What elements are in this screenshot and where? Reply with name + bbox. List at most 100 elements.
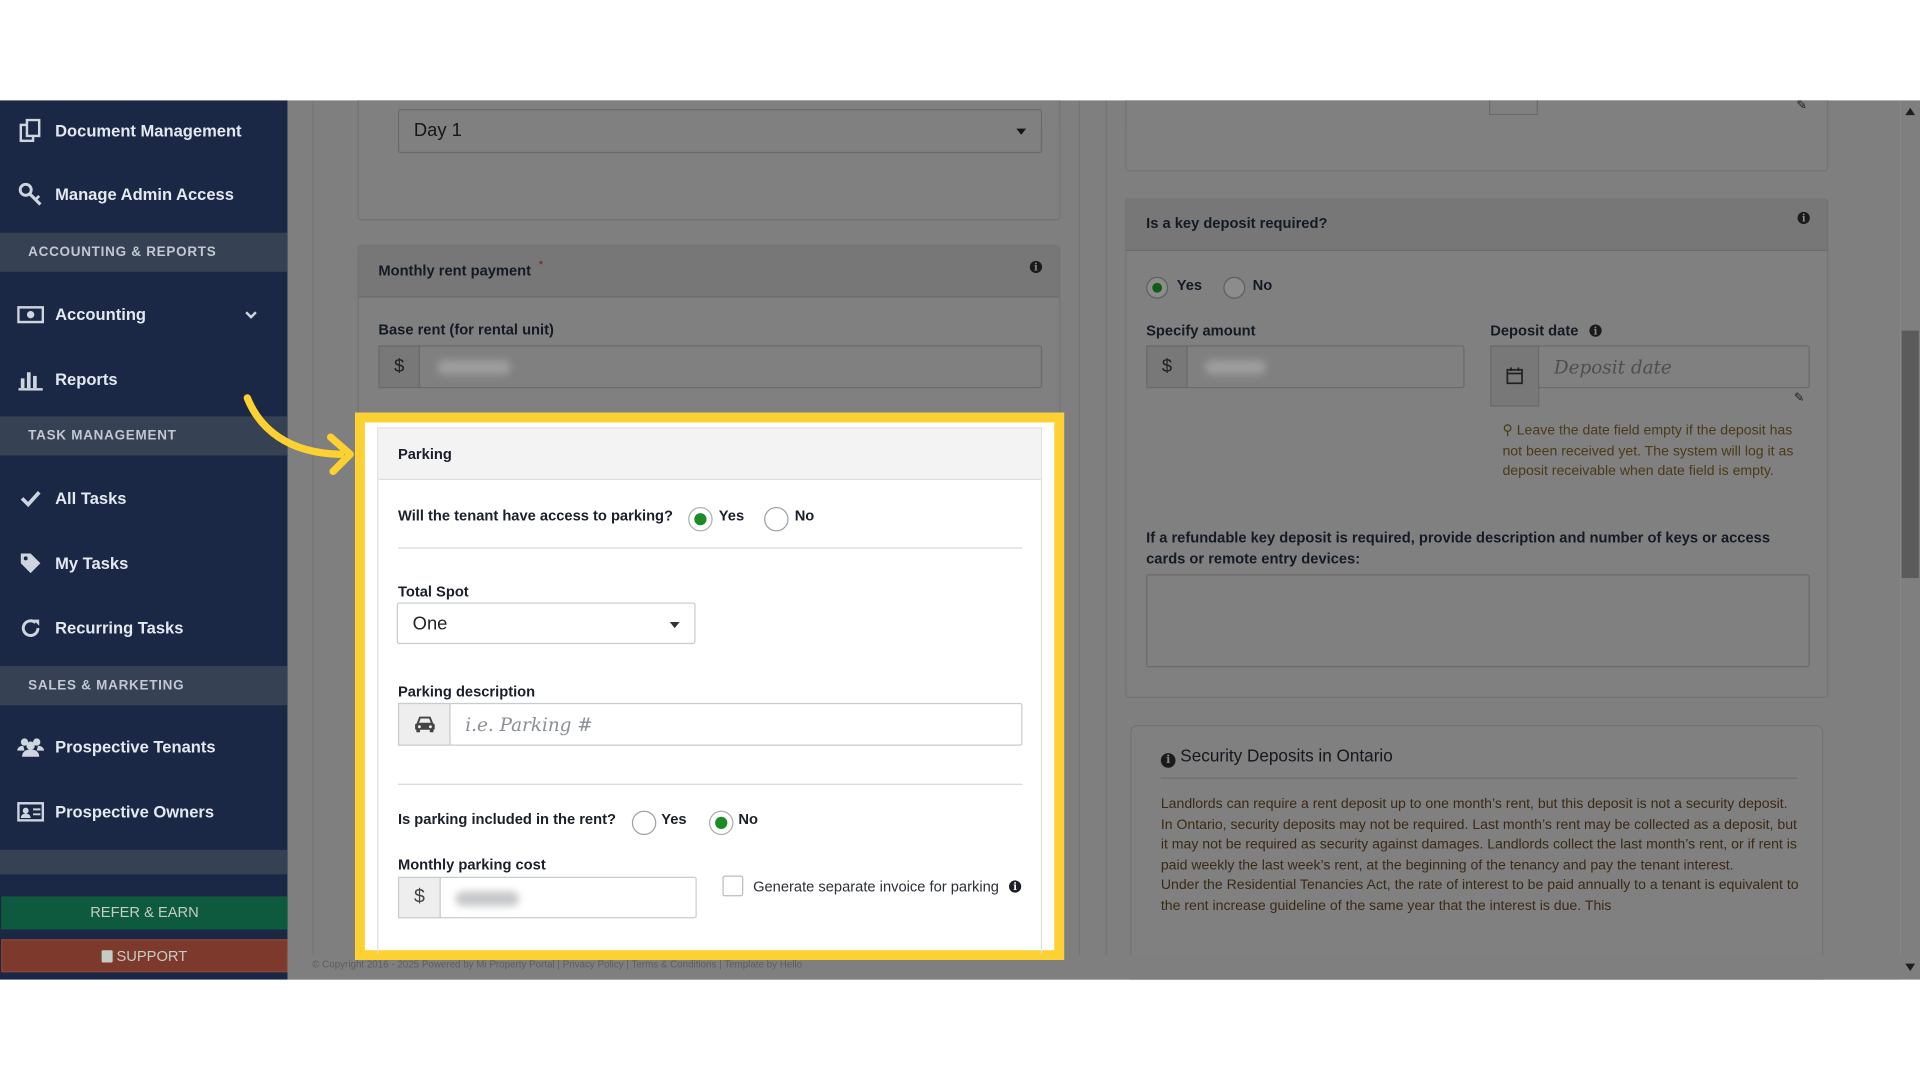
key-deposit-header: Is a key deposit required? i: [1126, 199, 1827, 252]
monthly-parking-cost-label: Monthly parking cost: [397, 855, 546, 874]
calendar-addon[interactable]: [1490, 345, 1540, 407]
sidebar-item-label: Document Management: [55, 121, 242, 141]
car-icon: [414, 715, 435, 732]
info-icon[interactable]: i: [1797, 211, 1810, 225]
scroll-down-arrow[interactable]: [1905, 963, 1916, 972]
security-deposits-title: i Security Deposits in Ontario: [1160, 745, 1393, 768]
deposit-date-label: Deposit date: [1490, 322, 1579, 340]
divider: [397, 547, 1023, 549]
tag-icon: [17, 550, 44, 577]
info-icon[interactable]: i: [1029, 260, 1043, 274]
monthly-parking-cost-input[interactable]: [439, 876, 697, 919]
parking-header: Parking: [378, 428, 1041, 481]
section-accounting-reports: ACCOUNTING & REPORTS: [0, 232, 288, 272]
total-spot-value: One: [412, 613, 448, 635]
parking-included-yes-radio[interactable]: [631, 810, 657, 836]
info-icon[interactable]: i: [1589, 324, 1602, 337]
sidebar-item-label: Manage Admin Access: [55, 185, 234, 204]
yes-label: Yes: [661, 810, 687, 828]
top-right-card: ✎: [1125, 100, 1829, 172]
highlight-arrow: [243, 394, 354, 476]
no-label: No: [794, 506, 815, 525]
sidebar-item-prospective-owners[interactable]: Prospective Owners: [0, 781, 288, 842]
parking-included-no-radio[interactable]: [708, 810, 734, 836]
separate-invoice-label: Generate separate invoice for parking: [753, 877, 999, 896]
security-deposits-text: Landlords can require a rent deposit up …: [1161, 795, 1800, 916]
currency-addon: $: [1146, 345, 1188, 389]
redacted-value: [455, 891, 520, 907]
payment-day-value: Day 1: [413, 120, 462, 141]
sidebar-item-manage-admin-access[interactable]: Manage Admin Access: [0, 164, 288, 225]
sidebar-item-prospective-tenants[interactable]: Prospective Tenants: [0, 716, 288, 777]
parking-access-no-radio[interactable]: [764, 506, 789, 532]
chevron-down-icon[interactable]: [244, 306, 259, 324]
footer-text: © Copyright 2016 - 2025 Powered by Mi Pr…: [312, 958, 803, 970]
parking-description-label: Parking description: [397, 683, 536, 701]
security-paragraph-2: Under the Residential Tenancies Act, the…: [1160, 877, 1799, 913]
no-label: No: [1252, 276, 1273, 294]
specify-amount-label: Specify amount: [1146, 322, 1256, 340]
deposit-date-input[interactable]: Deposit date: [1537, 345, 1810, 389]
security-title-text: Security Deposits in Ontario: [1180, 745, 1393, 766]
eraser-icon[interactable]: ✎: [1796, 100, 1806, 112]
parking-title: Parking: [397, 445, 452, 463]
parking-description-placeholder: i.e. Parking #: [465, 713, 593, 736]
monthly-rent-header: Monthly rent payment * i: [358, 246, 1060, 298]
sidebar-item-document-management[interactable]: Document Management: [0, 100, 288, 161]
yes-label: Yes: [1176, 276, 1203, 294]
sidebar-item-my-tasks[interactable]: My Tasks: [0, 533, 288, 594]
sidebar-item-label: Reports: [55, 370, 118, 389]
separate-invoice-checkbox[interactable]: [722, 875, 744, 897]
redacted-value: [437, 360, 511, 375]
total-spot-select[interactable]: One: [396, 602, 696, 645]
sidebar-item-label: Prospective Owners: [55, 802, 215, 822]
book-icon: [101, 950, 113, 963]
payment-day-card: Day 1: [357, 100, 1061, 221]
car-addon: [397, 702, 451, 746]
parking-included-question: Is parking included in the rent?: [397, 810, 616, 828]
currency-addon: $: [397, 876, 441, 919]
parking-access-yes-radio[interactable]: [688, 506, 713, 532]
payment-day-select[interactable]: Day 1: [397, 108, 1043, 154]
sidebar-item-recurring-tasks[interactable]: Recurring Tasks: [0, 598, 288, 659]
support-button[interactable]: SUPPORT: [1, 939, 288, 973]
refresh-icon: [17, 615, 44, 642]
eraser-icon[interactable]: ✎: [1794, 392, 1804, 405]
support-label: SUPPORT: [116, 947, 188, 965]
key-deposit-no-radio[interactable]: [1223, 276, 1246, 299]
parking-description-input[interactable]: i.e. Parking #: [449, 702, 1023, 746]
key-deposit-yes-radio[interactable]: [1146, 276, 1169, 299]
info-icon[interactable]: i: [1008, 880, 1022, 893]
base-rent-input[interactable]: [418, 345, 1043, 389]
highlight-frame: Parking Will the tenant have access to p…: [355, 412, 1065, 961]
total-spot-label: Total Spot: [397, 582, 469, 601]
column-divider: [1105, 100, 1107, 958]
deposit-date-hint: ⚲ Leave the date field empty if the depo…: [1502, 421, 1796, 482]
monthly-rent-title: Monthly rent payment: [378, 262, 532, 280]
refundable-label: If a refundable key deposit is required,…: [1146, 528, 1770, 567]
caret-down-icon: [1016, 128, 1027, 135]
lightbulb-icon: ⚲: [1502, 423, 1513, 439]
scrollbar-thumb[interactable]: [1901, 330, 1919, 578]
sidebar: Document Management Manage Admin Access …: [0, 100, 288, 980]
scrollbar[interactable]: [1900, 100, 1920, 980]
scroll-up-arrow[interactable]: [1905, 107, 1916, 116]
bar-chart-icon: [17, 366, 44, 393]
refundable-description-textarea[interactable]: [1146, 574, 1810, 668]
check-icon: [17, 485, 44, 512]
security-paragraph-1: Landlords can require a rent deposit up …: [1160, 797, 1797, 873]
money-icon: [17, 301, 45, 328]
info-icon: i: [1160, 753, 1176, 768]
id-card-icon: [17, 798, 45, 825]
sidebar-item-label: Recurring Tasks: [55, 618, 184, 638]
yes-label: Yes: [718, 506, 745, 525]
refer-earn-button[interactable]: REFER & EARN: [1, 896, 288, 930]
sidebar-item-accounting[interactable]: Accounting: [0, 284, 288, 345]
date-input-stub[interactable]: [1488, 100, 1538, 116]
key-icon: [17, 181, 44, 208]
parking-panel: Parking Will the tenant have access to p…: [377, 427, 1043, 954]
sidebar-item-label: My Tasks: [55, 554, 129, 573]
key-deposit-card: Is a key deposit required? i Yes No Spec…: [1125, 198, 1829, 698]
key-deposit-amount-input[interactable]: [1186, 345, 1465, 389]
sidebar-item-label: Accounting: [55, 305, 147, 324]
